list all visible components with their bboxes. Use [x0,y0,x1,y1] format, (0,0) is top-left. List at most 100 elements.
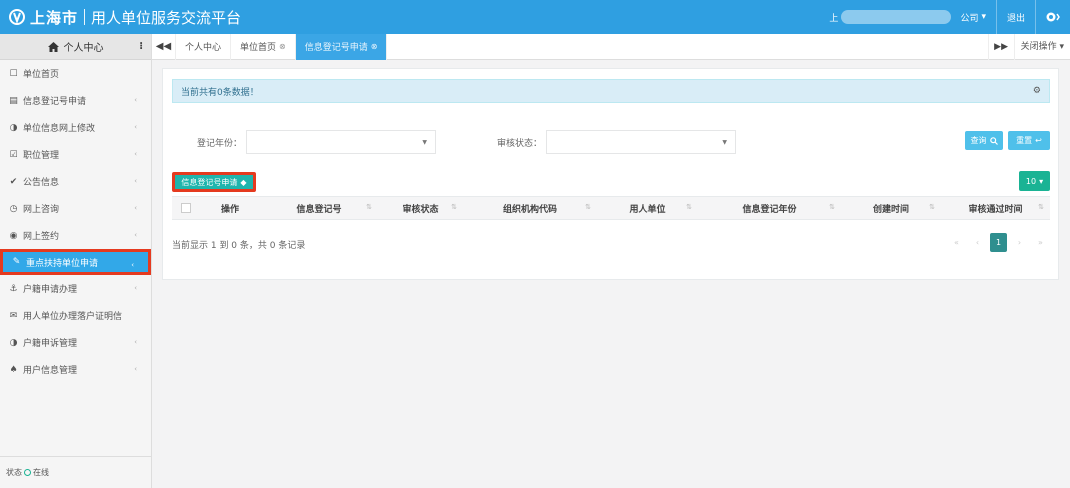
sidebar-item-label: 户籍申诉管理 [23,339,78,349]
sidebar-item[interactable]: ☐ 单位首页 [0,60,151,87]
tab-label: 个人中心 [185,43,222,53]
sidebar-item[interactable]: ✉ 用人单位办理落户证明信 [0,302,151,329]
theme-toggle-icon[interactable] [1036,0,1070,34]
sidebar-item[interactable]: ♠ 用户信息管理 ‹ [0,356,151,383]
tabs-scroll-right-icon[interactable]: ▶▶ [987,34,1014,60]
logo: 上海市 用人单位服务交流平台 [0,0,241,34]
prev-page-icon[interactable]: ‹ [969,233,986,252]
company-suffix: 公司 [960,13,979,24]
tab[interactable]: 信息登记号申请 ⊗ [295,33,388,60]
top-header: 上海市 用人单位服务交流平台 上 公司 ▾ 退出 [0,0,1070,34]
bell-icon: ♠ [9,364,18,375]
column-header-label: 用人单位 [629,204,666,215]
user-prefix: 上 [829,13,839,24]
tab-close-icon[interactable]: ⊗ [279,42,286,51]
column-header[interactable]: 用人单位 ⇅ [597,196,698,220]
pencil-icon: ✎ [12,257,21,267]
tab-label: 信息登记号申请 [304,43,368,53]
status-bar: 状态 在线 [0,456,151,488]
column-header[interactable]: 审核通过时间 ⇅ [941,196,1050,220]
circle-half-icon: ◑ [9,122,18,133]
column-header: 操作 [200,196,260,220]
sidebar-item-label: 网上签约 [23,232,60,242]
close-ops-label: 关闭操作 [1020,42,1057,52]
year-select[interactable]: ▼ [246,130,437,154]
page-number[interactable]: 1 [990,233,1007,252]
column-header[interactable]: 信息登记年份 ⇅ [698,196,841,220]
column-headers: 操作 信息登记号 ⇅ 审核状态 ⇅ 组织机构代码 ⇅ 用人单位 ⇅ 信息登记年份 ⇅ 创建时间 ⇅ 审核通… [200,196,1050,220]
column-header[interactable]: 组织机构代码 ⇅ [463,196,597,220]
tabs-scroll-left-icon[interactable]: ◀◀ [152,33,176,60]
reset-button[interactable]: 重置 ↩ [1008,131,1050,150]
column-header[interactable]: 创建时间 ⇅ [841,196,941,220]
tab-close-icon[interactable]: ⊗ [371,42,378,51]
chevron-left-icon: ‹ [134,365,137,373]
sidebar-item[interactable]: ◑ 户籍申诉管理 ‹ [0,329,151,356]
tab[interactable]: 单位首页 ⊗ [231,33,296,60]
content-panel: 当前共有0条数据！ ⚙ 登记年份： ▼ 审核状态： ▼ 查询 重置 ↩ 信息登记… [162,68,1059,280]
next-page-icon[interactable]: › [1011,233,1028,252]
sidebar-item-label: 公告信息 [23,178,60,188]
check-icon: ✔ [9,176,18,187]
sidebar-item[interactable]: ▤ 信息登记号申请 ‹ [0,87,151,114]
records-summary: 当前显示 1 到 0 条，共 0 条记录 [172,241,306,251]
column-header-label: 审核通过时间 [968,204,1023,215]
sort-icon[interactable]: ⇅ [366,203,372,211]
last-page-icon[interactable]: » [1032,233,1049,252]
select-all-cell [172,196,200,220]
sort-icon[interactable]: ⇅ [829,203,835,211]
year-filter: 登记年份： ▼ [197,130,437,154]
sidebar-item[interactable]: ☑ 职位管理 ‹ [0,141,151,168]
sort-icon[interactable]: ⇅ [451,203,457,211]
sidebar-item-label: 重点扶持单位申请 [26,258,99,269]
search-button[interactable]: 查询 [965,131,1003,150]
caret-down-icon: ▼ [722,139,728,146]
sort-icon[interactable]: ⇅ [585,203,591,211]
checkbox-icon: ☑ [9,149,18,160]
home-icon [47,41,59,52]
sidebar-toggle-icon[interactable]: ⁝ [139,41,143,52]
logout-link[interactable]: 退出 [997,11,1035,24]
caret-down-icon: ▼ [422,139,428,146]
sidebar-item-label: 用户信息管理 [23,366,78,376]
undo-icon: ↩ [1035,136,1042,145]
logo-separator [84,9,86,25]
first-page-icon[interactable]: « [948,233,965,252]
tabs-bar: ◀◀ 个人中心 单位首页 ⊗ 信息登记号申请 ⊗ ▶▶ 关闭操作 ▾ [152,33,1070,60]
sidebar-item[interactable]: ◉ 网上签约 ‹ [0,222,151,249]
close-operations-menu[interactable]: 关闭操作 ▾ [1013,34,1070,60]
sort-icon[interactable]: ⇅ [929,203,935,211]
chevron-left-icon: ‹ [134,338,137,346]
sidebar-item[interactable]: ◑ 单位信息网上修改 ‹ [0,114,151,141]
status-filter-label: 审核状态： [497,138,543,149]
tab[interactable]: 个人中心 [176,33,232,60]
clock-icon: ◷ [9,203,18,214]
gear-icon[interactable]: ⚙ [1033,86,1041,96]
chevron-left-icon: ‹ [134,231,137,239]
column-header[interactable]: 信息登记号 ⇅ [260,196,378,220]
records-table-header: 操作 信息登记号 ⇅ 审核状态 ⇅ 组织机构代码 ⇅ 用人单位 ⇅ 信息登记年份 ⇅ 创建时间 ⇅ 审核通… [172,196,1050,220]
reset-button-label: 重置 [1016,136,1033,145]
page-size-button[interactable]: 10 ▾ [1019,171,1050,191]
sidebar-item[interactable]: ⚓ 户籍申请办理 ‹ [0,275,151,302]
chevron-left-icon: ‹ [134,284,137,292]
sidebar-item-label: 信息登记号申请 [23,97,87,107]
status-select[interactable]: ▼ [546,130,737,154]
sort-icon[interactable]: ⇅ [686,203,692,211]
sidebar-item[interactable]: ✎ 重点扶持单位申请 ‹ [0,249,151,275]
user-menu[interactable]: 上 公司 ▾ [819,10,996,24]
apply-registration-button[interactable]: 信息登记号申请 ◆ [172,172,256,192]
sidebar-item[interactable]: ✔ 公告信息 ‹ [0,168,151,195]
chevron-left-icon: ‹ [134,123,137,131]
status-value: 在线 [33,468,49,477]
sidebar-header[interactable]: 个人中心 ⁝ [0,34,151,60]
chevron-left-icon: ‹ [134,150,137,158]
chevron-left-icon: ‹ [134,177,137,185]
sidebar-item-label: 单位首页 [23,70,60,80]
search-icon [989,136,998,145]
column-header[interactable]: 审核状态 ⇅ [378,196,463,220]
sort-icon[interactable]: ⇅ [1038,203,1044,211]
select-all-checkbox[interactable] [181,203,191,213]
sidebar-item-label: 单位信息网上修改 [23,124,96,134]
sidebar-item[interactable]: ◷ 网上咨询 ‹ [0,195,151,222]
